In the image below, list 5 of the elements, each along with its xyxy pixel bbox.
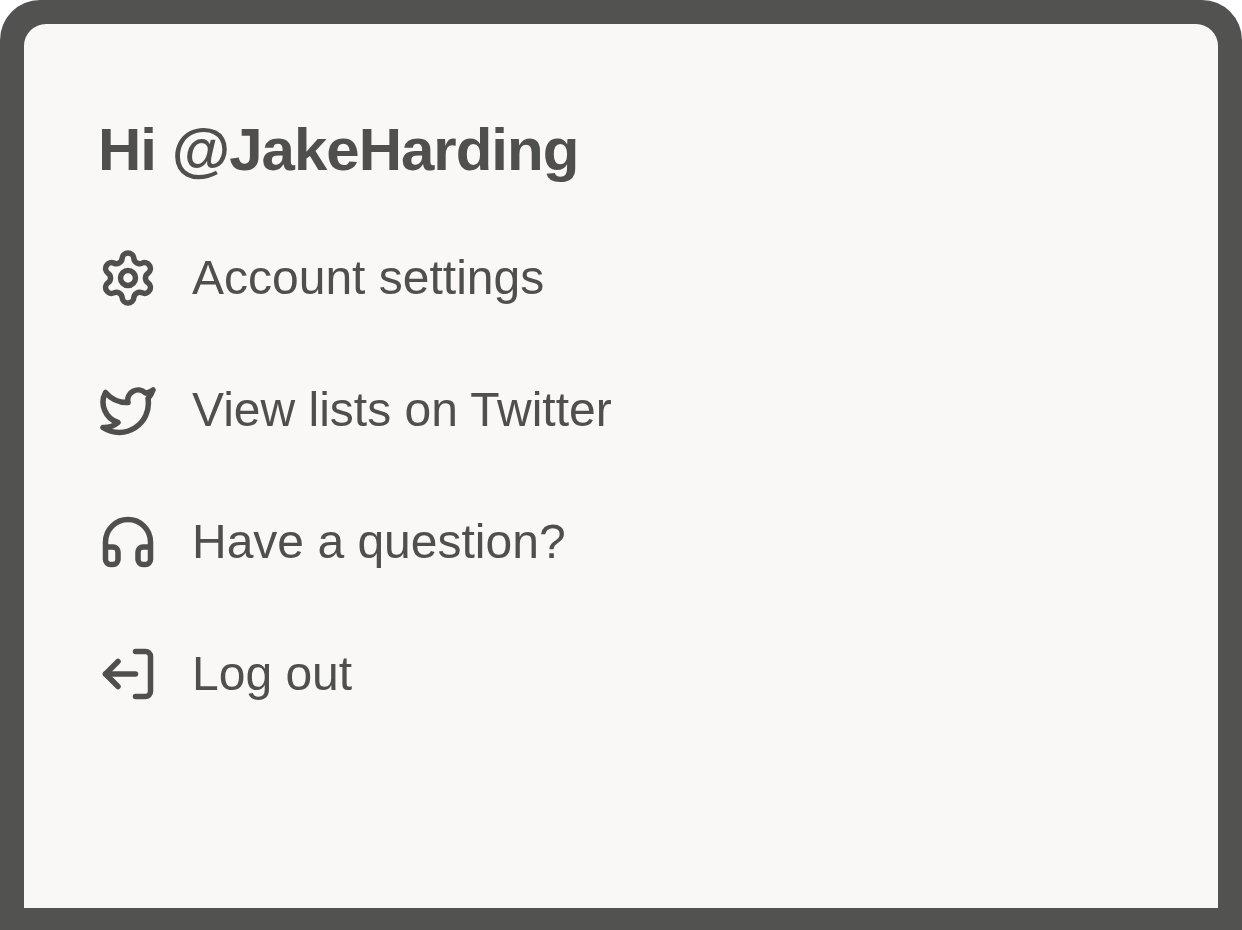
menu-item[interactable]: Have a question? <box>98 508 566 576</box>
menu-item[interactable]: Log out <box>98 640 353 708</box>
greeting-heading: Hi @JakeHarding <box>98 115 579 185</box>
menu-item[interactable]: Account settings <box>98 244 545 312</box>
menu-item[interactable]: View lists on Twitter <box>98 376 612 444</box>
